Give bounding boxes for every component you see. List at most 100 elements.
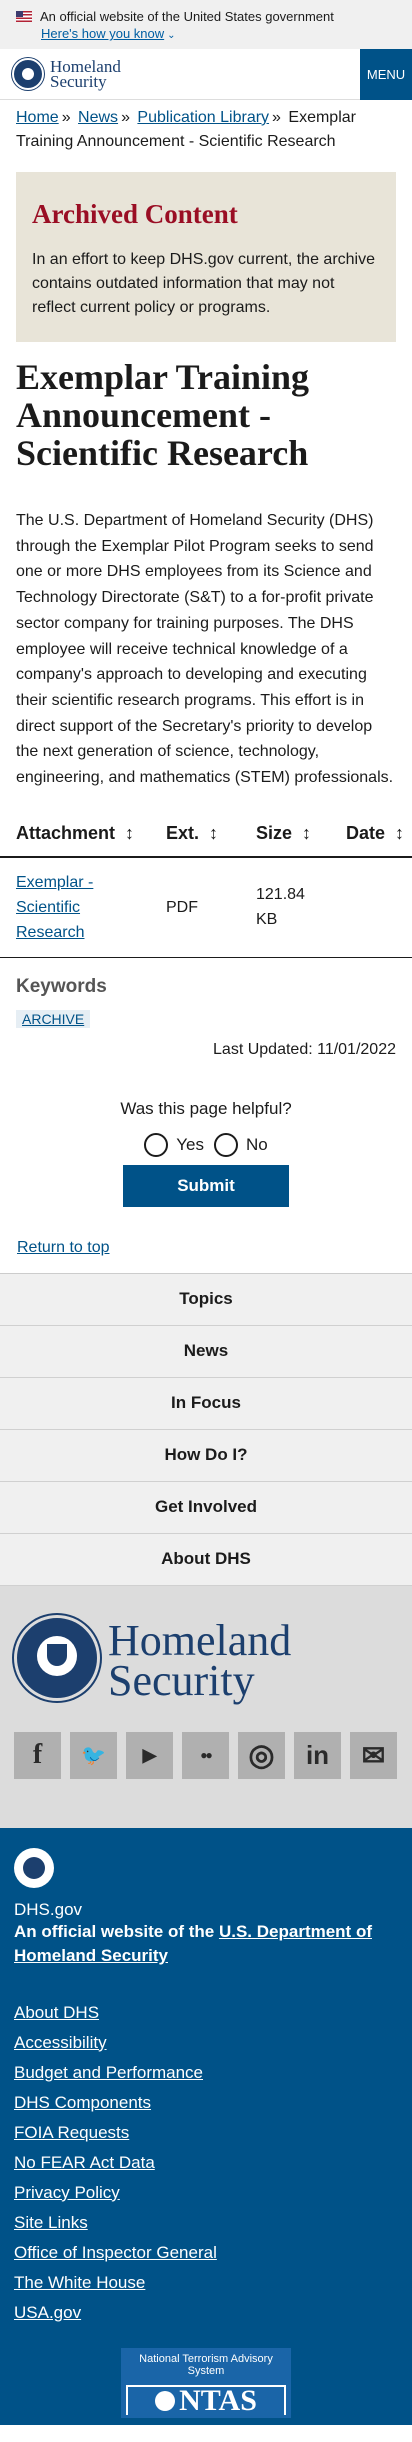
dhs-seal-large-icon bbox=[14, 1614, 100, 1701]
breadcrumb-home[interactable]: Home bbox=[16, 109, 59, 126]
feedback-yes-option[interactable]: Yes bbox=[144, 1132, 204, 1157]
cell-ext: PDF bbox=[150, 856, 240, 958]
yes-radio[interactable] bbox=[144, 1132, 169, 1157]
footer-link-privacy[interactable]: Privacy Policy bbox=[14, 2178, 398, 2208]
keywords-section: Keywords ARCHIVE bbox=[0, 958, 412, 1029]
heres-how-you-know-link[interactable]: Here's how you know ⌄ bbox=[41, 25, 396, 44]
attachments-table-wrapper[interactable]: Attachment ↕ Ext. ↕ Size ↕ Date ↕ Exemplar -… bbox=[0, 810, 412, 958]
footer-nav-about-dhs[interactable]: About DHS bbox=[0, 1533, 412, 1586]
column-header-label: Size bbox=[256, 822, 293, 843]
site-header: Homeland Security MENU bbox=[0, 48, 412, 100]
breadcrumb-publication-library[interactable]: Publication Library bbox=[137, 109, 269, 126]
column-header-label: Date bbox=[346, 822, 386, 843]
keyword-tag-archive[interactable]: ARCHIVE bbox=[16, 1009, 91, 1028]
dhs-seal-white-icon bbox=[14, 1847, 54, 1888]
dhs-seal-icon bbox=[12, 58, 44, 90]
breadcrumb-separator: » bbox=[61, 109, 71, 126]
column-header-label: Attachment bbox=[16, 822, 116, 843]
sort-icon: ↕ bbox=[209, 822, 219, 843]
facebook-icon[interactable]: f bbox=[14, 1731, 61, 1779]
cell-size-text: 121.84 KB bbox=[256, 886, 305, 929]
social-links: f 🐦 ▶ ●● ◎ in ✉ bbox=[0, 1731, 412, 1828]
feedback-form: Was this page helpful? Yes No Submit bbox=[0, 1059, 412, 1207]
footer-link-oig[interactable]: Office of Inspector General bbox=[14, 2238, 398, 2268]
table-header-row: Attachment ↕ Ext. ↕ Size ↕ Date ↕ bbox=[0, 810, 412, 858]
footer-link-accessibility[interactable]: Accessibility bbox=[14, 2028, 398, 2058]
chevron-down-icon: ⌄ bbox=[167, 30, 176, 41]
sort-icon: ↕ bbox=[302, 822, 312, 843]
page-body-text: The U.S. Department of Homeland Security… bbox=[16, 512, 394, 787]
footer-link-usa-gov[interactable]: USA.gov bbox=[14, 2298, 398, 2328]
table-row: Exemplar - Scientific Research PDF 121.8… bbox=[0, 856, 412, 958]
logo-text: Homeland Security bbox=[50, 58, 121, 91]
last-updated: Last Updated: 11/01/2022 bbox=[213, 1040, 396, 1058]
feedback-options: Yes No bbox=[0, 1132, 412, 1157]
official-prefix: An official website of the bbox=[14, 1921, 219, 1941]
attachment-link[interactable]: Exemplar - Scientific Research bbox=[16, 870, 126, 945]
ntas-badge[interactable]: National Terrorism Advisory System NTAS bbox=[121, 2347, 291, 2418]
column-header-attachment[interactable]: Attachment ↕ bbox=[0, 810, 150, 858]
archived-text: In an effort to keep DHS.gov current, th… bbox=[32, 251, 375, 316]
cell-attachment: Exemplar - Scientific Research bbox=[0, 856, 150, 958]
footer-link-budget[interactable]: Budget and Performance bbox=[14, 2058, 398, 2088]
footer-logo-text: Homeland Security bbox=[108, 1615, 291, 1732]
footer-link-white-house[interactable]: The White House bbox=[14, 2268, 398, 2298]
column-header-ext[interactable]: Ext. ↕ bbox=[150, 810, 240, 858]
gov-banner-text: An official website of the United States… bbox=[40, 9, 334, 24]
return-to-top-link[interactable]: Return to top bbox=[0, 1207, 412, 1257]
footer-nav-how-do-i[interactable]: How Do I? bbox=[0, 1429, 412, 1482]
cell-size: 121.84 KB bbox=[240, 856, 330, 958]
footer-link-no-fear[interactable]: No FEAR Act Data bbox=[14, 2148, 398, 2178]
no-radio[interactable] bbox=[214, 1132, 238, 1157]
sort-icon: ↕ bbox=[395, 822, 405, 843]
ntas-seal-icon bbox=[155, 2390, 176, 2411]
breadcrumb-separator: » bbox=[121, 109, 130, 126]
linkedin-icon[interactable]: in bbox=[294, 1731, 341, 1779]
keywords-title: Keywords bbox=[16, 975, 107, 997]
footer-site-name: DHS.gov bbox=[14, 1899, 83, 1919]
bottom-footer: DHS.gov An official website of the U.S. … bbox=[0, 1827, 412, 2425]
us-flag-icon bbox=[16, 11, 32, 22]
footer-logo-line2: Security bbox=[108, 1655, 255, 1705]
attachments-table: Attachment ↕ Ext. ↕ Size ↕ Date ↕ Exemplar -… bbox=[0, 810, 412, 958]
feedback-submit-button[interactable]: Submit bbox=[123, 1164, 289, 1207]
page-title: Exemplar Training Announcement - Scienti… bbox=[16, 357, 310, 473]
footer-nav-in-focus[interactable]: In Focus bbox=[0, 1377, 412, 1430]
instagram-icon[interactable]: ◎ bbox=[238, 1731, 285, 1779]
footer-nav-topics[interactable]: Topics bbox=[0, 1273, 412, 1326]
footer-nav-news[interactable]: News bbox=[0, 1325, 412, 1378]
feedback-no-option[interactable]: No bbox=[214, 1132, 268, 1157]
twitter-icon[interactable]: 🐦 bbox=[70, 1731, 117, 1779]
column-header-size[interactable]: Size ↕ bbox=[240, 810, 330, 858]
footer-link-components[interactable]: DHS Components bbox=[14, 2088, 398, 2118]
footer-logo[interactable]: Homeland Security bbox=[0, 1585, 412, 1732]
menu-button[interactable]: MENU bbox=[360, 48, 412, 100]
breadcrumb-separator: » bbox=[272, 109, 281, 126]
logo-line2: Security bbox=[50, 72, 107, 91]
youtube-icon[interactable]: ▶ bbox=[126, 1731, 173, 1779]
archived-content-box: Archived Content In an effort to keep DH… bbox=[16, 172, 396, 342]
seal-shield-icon bbox=[47, 1643, 67, 1666]
ntas-label: National Terrorism Advisory System bbox=[139, 2352, 273, 2377]
heres-how-you-know-label: Here's how you know bbox=[41, 26, 165, 41]
footer-nav: Topics News In Focus How Do I? Get Invol… bbox=[0, 1272, 412, 1586]
ntas-text: NTAS bbox=[179, 2383, 257, 2417]
sort-icon: ↕ bbox=[125, 822, 135, 843]
footer-nav-get-involved[interactable]: Get Involved bbox=[0, 1481, 412, 1534]
breadcrumb-news[interactable]: News bbox=[78, 109, 118, 126]
cell-date bbox=[330, 856, 412, 958]
archived-title: Archived Content bbox=[32, 199, 238, 229]
footer-link-foia[interactable]: FOIA Requests bbox=[14, 2118, 398, 2148]
email-icon[interactable]: ✉ bbox=[350, 1731, 397, 1779]
footer-link-about-dhs[interactable]: About DHS bbox=[14, 1998, 398, 2028]
column-header-label: Ext. bbox=[166, 822, 200, 843]
column-header-date[interactable]: Date ↕ bbox=[330, 810, 412, 858]
ntas-logo: NTAS bbox=[126, 2383, 286, 2417]
dhs-logo-link[interactable]: Homeland Security bbox=[0, 58, 121, 90]
flickr-icon[interactable]: ●● bbox=[182, 1731, 229, 1779]
footer-link-site-links[interactable]: Site Links bbox=[14, 2208, 398, 2238]
feedback-question: Was this page helpful? bbox=[120, 1098, 292, 1118]
footer-links: About DHS Accessibility Budget and Perfo… bbox=[14, 1998, 398, 2328]
breadcrumb: Home» News» Publication Library» Exempla… bbox=[0, 100, 412, 154]
yes-label: Yes bbox=[176, 1134, 204, 1154]
